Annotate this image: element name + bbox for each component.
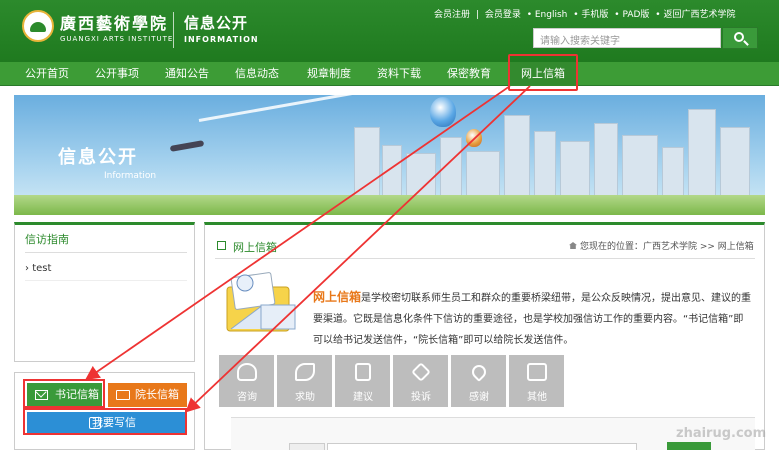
english-link[interactable]: • English xyxy=(527,10,568,20)
phone-icon xyxy=(295,363,315,381)
annotation-highlight-write xyxy=(23,408,187,435)
search-button[interactable] xyxy=(722,27,758,49)
layers-icon xyxy=(411,362,431,382)
main-content: 网上信箱 您现在的位置：广西艺术学院 >> 网上信箱 网上信箱是学校密切联系师生… xyxy=(204,222,765,450)
logo-english-name: GUANGXI ARTS INSTITUTE xyxy=(60,35,174,43)
section-icon xyxy=(217,241,226,250)
tab-complain[interactable]: 投诉 xyxy=(393,355,449,407)
intro-text: 网上信箱是学校密切联系师生员工和群众的重要桥梁纽带，是公众反映情况，提出意见、建… xyxy=(313,290,752,346)
headset-icon xyxy=(237,363,257,381)
balloon-icon xyxy=(430,97,456,127)
search-input[interactable]: 请输入搜索关键字 xyxy=(533,28,721,48)
nav-item-news[interactable]: 信息动态 xyxy=(224,62,290,86)
form-input[interactable] xyxy=(327,443,637,450)
heart-icon xyxy=(469,362,489,382)
president-mailbox-button[interactable]: 院长信箱 xyxy=(108,383,187,407)
annotation-highlight-secretary xyxy=(23,379,105,408)
nav-item-home[interactable]: 公开首页 xyxy=(14,62,80,86)
toplink-separator: | xyxy=(475,10,479,20)
banner-title: 信息公开 xyxy=(58,147,138,168)
sidebar-guide: 信访指南 › test xyxy=(14,222,195,362)
mailbox-illustration-icon xyxy=(226,272,296,332)
nav-item-confidential[interactable]: 保密教育 xyxy=(436,62,502,86)
balloon-icon xyxy=(466,129,482,147)
main-nav: 公开首页 公开事项 通知公告 信息动态 规章制度 资料下载 保密教育 网上信箱 xyxy=(0,62,779,86)
header-divider xyxy=(173,12,174,48)
nav-item-downloads[interactable]: 资料下载 xyxy=(366,62,432,86)
return-home-link[interactable]: • 返回广西艺术学院 xyxy=(655,10,735,20)
folder-icon xyxy=(116,390,130,400)
site-header: 廣西藝術學院 GUANGXI ARTS INSTITUTE 信息公开 INFOR… xyxy=(0,0,779,62)
tab-help[interactable]: 求助 xyxy=(277,355,333,407)
top-links: 会员注册 | 会员登录 • English • 手机版 • PAD版 • 返回广… xyxy=(434,7,738,20)
tab-thanks[interactable]: 感谢 xyxy=(451,355,507,407)
intro-lead: 网上信箱 xyxy=(313,290,362,304)
nav-item-regulations[interactable]: 规章制度 xyxy=(294,62,364,86)
home-icon xyxy=(569,242,577,249)
banner: 信息公开 Information xyxy=(14,95,765,215)
section-title: 网上信箱 xyxy=(233,241,277,254)
form-submit-button[interactable] xyxy=(667,442,711,450)
watermark: zhairug.com xyxy=(676,426,767,441)
login-link[interactable]: 会员登录 xyxy=(485,10,521,20)
banner-subtitle: Information xyxy=(104,171,157,181)
breadcrumb: 您现在的位置：广西艺术学院 >> 网上信箱 xyxy=(569,239,754,252)
tab-other[interactable]: 其他 xyxy=(509,355,565,407)
tab-suggest[interactable]: 建议 xyxy=(335,355,391,407)
sidebar-title: 信访指南 xyxy=(25,233,69,246)
site-subtitle: INFORMATION xyxy=(184,35,259,44)
school-logo-icon[interactable] xyxy=(22,10,54,42)
nav-item-matters[interactable]: 公开事项 xyxy=(84,62,150,86)
pad-link[interactable]: • PAD版 xyxy=(614,10,649,20)
form-select[interactable] xyxy=(289,443,325,450)
tab-consult[interactable]: 咨询 xyxy=(219,355,275,407)
site-title: 信息公开 xyxy=(184,14,249,32)
category-tabs: 咨询 求助 建议 投诉 感谢 其他 xyxy=(219,355,566,407)
mobile-link[interactable]: • 手机版 xyxy=(573,10,608,20)
edit-icon xyxy=(527,363,547,381)
airplane-icon xyxy=(169,140,205,152)
register-link[interactable]: 会员注册 xyxy=(434,10,470,20)
logo-chinese-name[interactable]: 廣西藝術學院 xyxy=(60,10,168,34)
nav-item-notices[interactable]: 通知公告 xyxy=(154,62,220,86)
document-icon xyxy=(355,363,371,381)
sidebar-item-test[interactable]: › test xyxy=(25,263,51,274)
annotation-highlight-nav xyxy=(508,54,578,91)
